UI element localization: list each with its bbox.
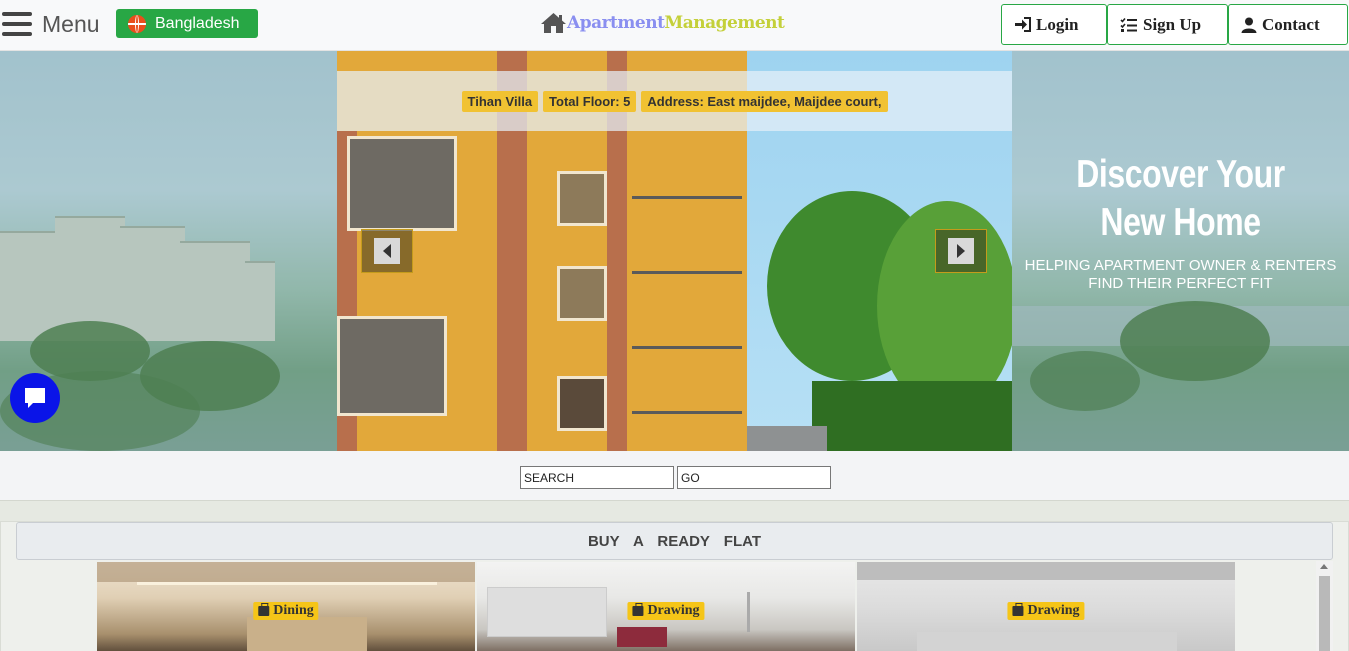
search-input[interactable] [520, 466, 674, 489]
globe-icon [128, 14, 146, 33]
signup-button[interactable]: Sign Up [1107, 4, 1228, 45]
brand-name-part2: Management [664, 13, 785, 33]
login-icon [1015, 17, 1031, 32]
flat-card[interactable]: Drawing [477, 562, 855, 651]
login-button[interactable]: Login [1001, 4, 1107, 45]
chevron-right-icon [957, 244, 965, 258]
hero-tagline: Discover Your New Home HELPING APARTMENT… [1012, 151, 1349, 293]
carousel-prev-button[interactable] [361, 229, 413, 273]
go-input[interactable] [677, 466, 831, 489]
search-bar [520, 466, 831, 489]
list-check-icon [1120, 17, 1137, 32]
room-tag: Drawing [627, 602, 705, 620]
scroll-up-arrow-icon[interactable] [1320, 564, 1328, 569]
brand-name-part1: Apartment [567, 13, 665, 33]
flat-card[interactable]: Dining [97, 562, 475, 651]
contact-label: Contact [1262, 14, 1320, 34]
briefcase-icon [632, 603, 644, 616]
menu-button[interactable]: Menu [0, 6, 100, 42]
carousel-slide: Tihan Villa Total Floor: 5 Address: East… [337, 51, 1012, 451]
hero-banner: Tihan Villa Total Floor: 5 Address: East… [0, 51, 1349, 451]
signup-label: Sign Up [1143, 14, 1202, 34]
address-badge: Address: East maijdee, Maijdee court, [641, 90, 888, 112]
background-buildings [0, 201, 280, 341]
section-title: BUY A READY FLAT [16, 522, 1333, 560]
user-icon [1241, 17, 1257, 33]
hero-subline: HELPING APARTMENT OWNER & RENTERS FIND T… [1024, 257, 1337, 292]
chevron-left-icon [383, 244, 391, 258]
room-tag: Dining [253, 602, 319, 620]
room-tag: Drawing [1007, 602, 1085, 620]
flat-card[interactable]: Drawing [857, 562, 1235, 651]
hero-headline: Discover Your New Home [1076, 153, 1285, 244]
chat-button[interactable] [10, 373, 60, 423]
buy-flat-section: BUY A READY FLAT Dining Drawing Drawing [0, 500, 1349, 651]
property-name-badge: Tihan Villa [461, 90, 539, 112]
chat-icon [25, 388, 45, 408]
house-icon [541, 13, 566, 33]
hamburger-icon [2, 12, 32, 36]
scroll-thumb[interactable] [1319, 576, 1330, 651]
top-navbar: Menu Bangladesh Apartment Management Logi… [0, 0, 1349, 51]
total-floor-badge: Total Floor: 5 [543, 90, 637, 112]
briefcase-icon [1012, 603, 1024, 616]
menu-label: Menu [42, 10, 100, 37]
contact-button[interactable]: Contact [1228, 4, 1348, 45]
country-button[interactable]: Bangladesh [116, 9, 258, 38]
login-label: Login [1036, 14, 1079, 34]
cards-scrollbar[interactable] [1316, 561, 1333, 651]
property-info-strip: Tihan Villa Total Floor: 5 Address: East… [337, 71, 1012, 131]
carousel-next-button[interactable] [935, 229, 987, 273]
country-label: Bangladesh [155, 14, 240, 32]
brand-logo-link[interactable]: Apartment Management [540, 12, 785, 34]
briefcase-icon [258, 603, 270, 616]
